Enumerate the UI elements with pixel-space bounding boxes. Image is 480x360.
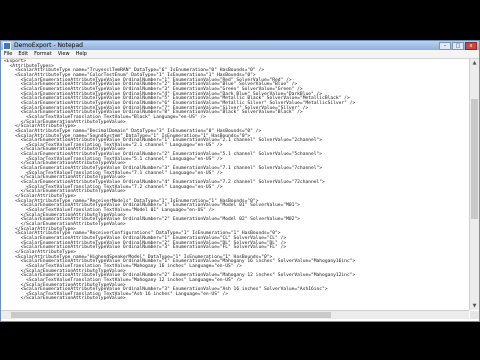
notepad-window: DemoExport - Notepad – □ x File Edit For… [0,40,480,322]
menu-file[interactable]: File [4,50,12,58]
window-title: DemoExport - Notepad [14,42,83,49]
title-bar[interactable]: DemoExport - Notepad – □ x [1,41,479,50]
editor-line[interactable]: </ScalarEnumerationAttributeTypeValue> [4,297,467,302]
scroll-down-arrow-icon[interactable]: ▼ [470,302,479,310]
notepad-app-icon[interactable] [3,41,11,50]
text-editor-area[interactable]: <Export> <AttributeTypes> <ScalarAttribu… [2,59,469,310]
scroll-up-arrow-icon[interactable]: ▲ [470,59,479,67]
editor-text[interactable]: <Export> <AttributeTypes> <ScalarAttribu… [4,59,467,302]
menu-bar: File Edit Format View Help [1,50,479,59]
window-controls: – □ x [439,41,477,50]
menu-format[interactable]: Format [34,50,52,58]
horizontal-scrollbar[interactable] [1,310,469,319]
vertical-scrollbar[interactable]: ▲ ▼ [469,59,479,310]
maximize-button[interactable]: □ [452,41,464,50]
close-button[interactable]: x [465,41,477,50]
menu-view[interactable]: View [58,50,70,58]
menu-help[interactable]: Help [76,50,87,58]
horizontal-scroll-thumb[interactable] [11,312,331,318]
menu-edit[interactable]: Edit [18,50,28,58]
resize-grip-icon[interactable] [470,311,479,319]
minimize-button[interactable]: – [439,41,451,50]
vertical-scroll-thumb[interactable] [471,99,478,219]
